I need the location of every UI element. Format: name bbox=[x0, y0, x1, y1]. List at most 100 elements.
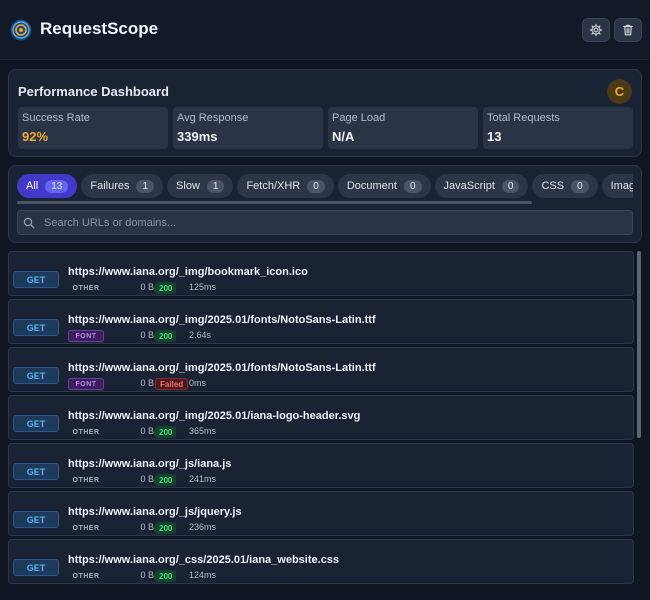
request-row[interactable]: GET https://www.iana.org/_img/2025.01/fo… bbox=[8, 299, 634, 344]
status-badge: 200 bbox=[155, 426, 177, 438]
chip-label: JavaScript bbox=[443, 180, 495, 192]
stat-label: Success Rate bbox=[22, 112, 90, 124]
chip-label: Failures bbox=[90, 180, 130, 192]
request-size: 0 B bbox=[140, 474, 154, 484]
gear-icon bbox=[589, 23, 603, 37]
settings-button[interactable] bbox=[582, 18, 610, 42]
chip-count: 13 bbox=[45, 179, 69, 193]
chip-count: 1 bbox=[136, 179, 155, 193]
request-row[interactable]: GET https://www.iana.org/_img/2025.01/fo… bbox=[8, 347, 634, 392]
stat-avg-response: Avg Response 339ms bbox=[173, 107, 323, 149]
clear-button[interactable] bbox=[614, 18, 642, 42]
request-row[interactable]: GET https://www.iana.org/_css/2025.01/ia… bbox=[8, 539, 634, 584]
status-badge: Failed bbox=[155, 378, 189, 390]
status-badge: 200 bbox=[155, 522, 177, 534]
request-url: https://www.iana.org/_css/2025.01/iana_w… bbox=[68, 554, 340, 566]
method-badge: GET bbox=[13, 511, 59, 528]
type-badge: OTHER bbox=[72, 524, 100, 532]
chip-label: Slow bbox=[176, 180, 200, 192]
request-row[interactable]: GET https://www.iana.org/_js/jquery.js O… bbox=[8, 491, 634, 536]
list-scrollbar[interactable] bbox=[637, 251, 641, 591]
request-time: 241ms bbox=[189, 474, 217, 484]
request-time: 2.64s bbox=[189, 330, 212, 340]
performance-dashboard: Performance Dashboard C Success Rate 92%… bbox=[8, 69, 642, 157]
filter-chip-javascript[interactable]: JavaScript 0 bbox=[434, 174, 529, 198]
filter-panel: All 13 Failures 1 Slow 1 Fetch/XHR 0 Document 0 Ja… bbox=[8, 165, 642, 243]
type-badge: FONT bbox=[68, 330, 104, 342]
chip-count: 0 bbox=[403, 179, 422, 193]
status-badge: 200 bbox=[155, 282, 177, 294]
performance-grade-badge: C bbox=[607, 79, 632, 104]
stat-value: N/A bbox=[332, 129, 355, 144]
chip-label: Fetch/XHR bbox=[246, 180, 301, 192]
performance-title: Performance Dashboard bbox=[18, 84, 169, 99]
request-time: 125ms bbox=[189, 282, 217, 292]
request-time: 365ms bbox=[189, 426, 217, 436]
chips-scrollbar[interactable] bbox=[17, 201, 532, 204]
method-badge: GET bbox=[13, 559, 59, 576]
chip-label: CSS bbox=[541, 180, 565, 192]
request-row[interactable]: GET https://www.iana.org/_img/bookmark_i… bbox=[8, 251, 634, 296]
request-row[interactable]: GET https://www.iana.org/_img/2025.01/ia… bbox=[8, 395, 634, 440]
stat-label: Page Load bbox=[332, 112, 386, 124]
method-badge: GET bbox=[13, 415, 59, 432]
stat-value: 92% bbox=[22, 129, 49, 144]
request-time: 0ms bbox=[189, 378, 207, 388]
filter-chip-failures[interactable]: Failures 1 bbox=[81, 174, 164, 198]
filter-chip-images[interactable]: Images bbox=[601, 174, 633, 198]
filter-chip-document[interactable]: Document 0 bbox=[337, 174, 431, 198]
filter-chips: All 13 Failures 1 Slow 1 Fetch/XHR 0 Document 0 Ja… bbox=[17, 174, 633, 200]
type-badge: OTHER bbox=[72, 428, 100, 436]
search-input[interactable] bbox=[44, 211, 629, 234]
stat-label: Total Requests bbox=[487, 112, 560, 124]
filter-chip-css[interactable]: CSS 0 bbox=[532, 174, 598, 198]
type-badge: OTHER bbox=[72, 284, 100, 292]
method-badge: GET bbox=[13, 463, 59, 480]
request-url: https://www.iana.org/_img/bookmark_icon.… bbox=[68, 266, 308, 278]
request-url: https://www.iana.org/_img/2025.01/iana-l… bbox=[68, 410, 361, 422]
request-time: 236ms bbox=[189, 522, 217, 532]
search-icon bbox=[23, 217, 35, 229]
request-time: 124ms bbox=[189, 570, 217, 580]
type-badge: OTHER bbox=[72, 476, 100, 484]
request-url: https://www.iana.org/_js/jquery.js bbox=[68, 506, 242, 518]
stat-page-load: Page Load N/A bbox=[328, 107, 478, 149]
request-url: https://www.iana.org/_img/2025.01/fonts/… bbox=[68, 362, 376, 374]
method-badge: GET bbox=[13, 271, 59, 288]
chip-label: All bbox=[26, 180, 39, 192]
type-badge: FONT bbox=[68, 378, 104, 390]
request-size: 0 B bbox=[140, 522, 154, 532]
stat-value: 13 bbox=[487, 129, 502, 144]
filter-chip-slow[interactable]: Slow 1 bbox=[167, 174, 234, 198]
request-url: https://www.iana.org/_js/iana.js bbox=[68, 458, 232, 470]
stat-success-rate: Success Rate 92% bbox=[18, 107, 168, 149]
trash-icon bbox=[623, 24, 633, 36]
status-badge: 200 bbox=[155, 570, 177, 582]
request-row[interactable]: GET https://www.iana.org/_js/iana.js OTH… bbox=[8, 443, 634, 488]
type-badge: OTHER bbox=[72, 572, 100, 580]
request-size: 0 B bbox=[140, 426, 154, 436]
target-logo-icon bbox=[10, 19, 32, 41]
method-badge: GET bbox=[13, 367, 59, 384]
request-size: 0 B bbox=[140, 282, 154, 292]
list-scrollbar-thumb[interactable] bbox=[637, 251, 641, 438]
request-list: GET https://www.iana.org/_img/bookmark_i… bbox=[8, 251, 636, 591]
chip-count: 0 bbox=[307, 179, 325, 193]
status-badge: 200 bbox=[155, 474, 177, 486]
chip-count: 1 bbox=[206, 179, 225, 193]
search-box bbox=[17, 210, 633, 235]
chip-count: 0 bbox=[571, 179, 589, 193]
filter-chip-all[interactable]: All 13 bbox=[17, 174, 78, 198]
request-url: https://www.iana.org/_img/2025.01/fonts/… bbox=[68, 314, 376, 326]
request-size: 0 B bbox=[140, 378, 154, 388]
method-badge: GET bbox=[13, 319, 59, 336]
request-size: 0 B bbox=[140, 330, 154, 340]
chip-label: Document bbox=[346, 180, 397, 192]
filter-chip-fetch-xhr[interactable]: Fetch/XHR 0 bbox=[237, 174, 334, 198]
stat-total-requests: Total Requests 13 bbox=[483, 107, 633, 149]
status-badge: 200 bbox=[155, 330, 177, 342]
app-header: RequestScope bbox=[0, 0, 650, 60]
stat-label: Avg Response bbox=[177, 112, 249, 124]
chip-label: Images bbox=[610, 180, 633, 192]
chip-count: 0 bbox=[501, 179, 520, 193]
